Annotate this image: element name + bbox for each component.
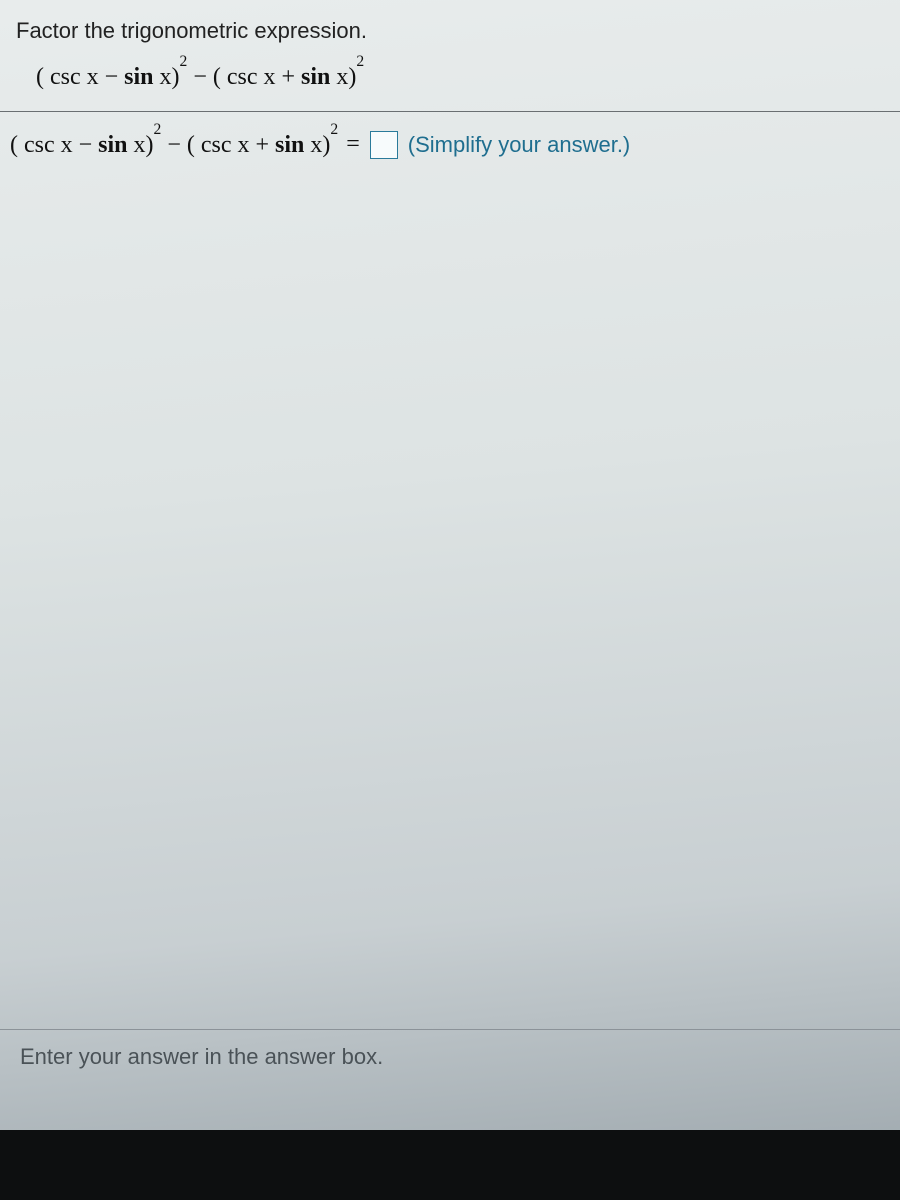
simplify-hint: (Simplify your answer.) bbox=[408, 132, 631, 158]
expression-display: ( csc x − sin x)2 − ( csc x + sin x)2 bbox=[0, 58, 900, 112]
question-page: Factor the trigonometric expression. ( c… bbox=[0, 0, 900, 1200]
footer-instruction: Enter your answer in the answer box. bbox=[0, 1029, 900, 1110]
answer-input-box[interactable] bbox=[370, 131, 398, 159]
question-prompt: Factor the trigonometric expression. bbox=[0, 0, 900, 58]
equals-sign: = bbox=[346, 131, 360, 158]
answer-lhs: ( csc x − sin x)2 − ( csc x + sin x)2 bbox=[10, 130, 338, 159]
expression-math: ( csc x − sin x)2 − ( csc x + sin x)2 bbox=[36, 64, 364, 90]
screen-bezel bbox=[0, 1130, 900, 1200]
answer-row: ( csc x − sin x)2 − ( csc x + sin x)2 = … bbox=[0, 112, 900, 173]
